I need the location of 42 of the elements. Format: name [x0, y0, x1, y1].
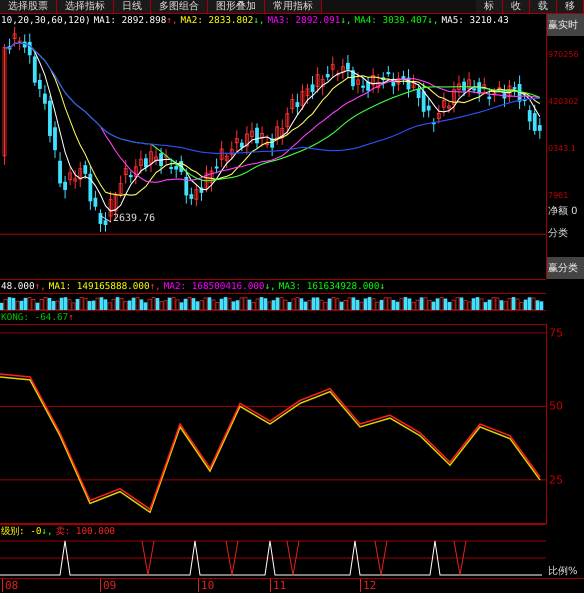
category-label: 分类 [547, 226, 569, 240]
legend-item: MA1: 2892.898↑, [94, 15, 178, 26]
toolbar-button[interactable]: 移 [557, 0, 584, 13]
legend-item: MA1: 149165888.000↑, [48, 281, 161, 292]
y-axis-tick-label: 50 [549, 400, 563, 413]
price-label: 420302 [547, 97, 580, 106]
legend-item: 级别: -0↓, [1, 525, 53, 538]
net-label: 净额 0 [547, 204, 579, 218]
y-axis-tick-label: 75 [549, 326, 563, 340]
month-label: 12 [360, 579, 376, 592]
legend-item: MA4: 3039.407↓, [354, 15, 438, 26]
month-label: 09 [100, 579, 116, 592]
legend-item: KONG: -64.67↑ [1, 312, 74, 323]
legend-item: 48.000↑, [1, 281, 46, 292]
toolbar-button[interactable]: 标 [476, 0, 503, 13]
toolbar-button[interactable]: 选择股票 [0, 0, 57, 13]
toolbar-button[interactable]: 载 [530, 0, 557, 13]
price-label: 7961 [547, 191, 570, 200]
month-label: 11 [270, 579, 286, 592]
toolbar-button[interactable]: 常用指标 [265, 0, 322, 13]
legend-item: MA2: 168500416.000↓, [164, 281, 276, 292]
price-label: 0343.1 [547, 144, 577, 153]
panel-header: 赢实时 [547, 14, 584, 36]
month-label: 08 [2, 579, 18, 592]
toolbar-button[interactable]: 日线 [114, 0, 151, 13]
leader-line [100, 214, 112, 222]
toolbar-button[interactable]: 多图组合 [151, 0, 208, 13]
legend-item: MA3: 161634928.000↓ [278, 281, 386, 292]
toolbar-button[interactable]: 图形叠加 [208, 0, 265, 13]
month-label: 10 [198, 579, 214, 592]
panel-header: 赢分类 [547, 257, 584, 279]
price-label: 970256 [547, 50, 580, 59]
legend-item: MA5: 3210.43 [442, 15, 509, 26]
legend-item: 卖: 100.000 [56, 525, 116, 538]
toolbar-button[interactable]: 选择指标 [57, 0, 114, 13]
low-price-label: 2639.76 [113, 213, 156, 224]
ratio-label: 比例% [547, 564, 579, 578]
legend-item: 10,20,30,60,120) [1, 15, 91, 26]
legend-item: MA2: 2833.802↓, [180, 15, 265, 26]
legend-item: MA3: 2892.091↓, [268, 15, 352, 26]
y-axis-tick-label: 25 [549, 473, 563, 486]
toolbar-button[interactable]: 收 [503, 0, 530, 13]
